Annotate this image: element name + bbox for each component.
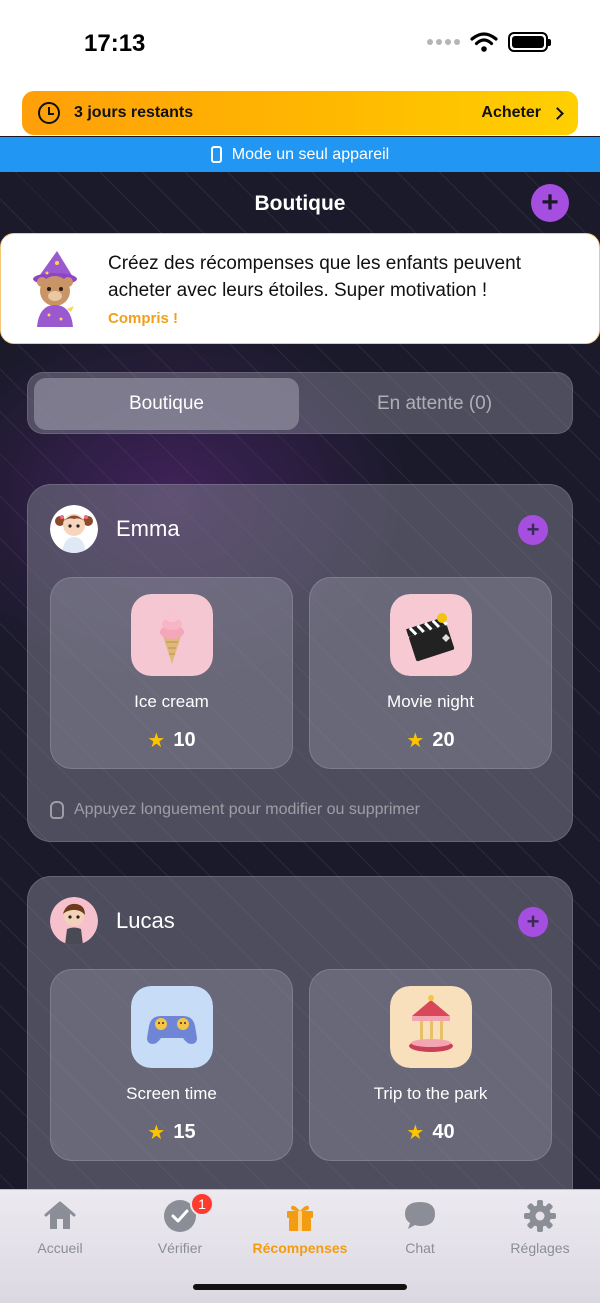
reward-title: Trip to the park — [373, 1084, 488, 1103]
mode-banner-text: Mode un seul appareil — [231, 145, 390, 163]
add-child-reward-button[interactable]: + — [518, 515, 548, 545]
tab-rewards[interactable]: Récompenses — [240, 1198, 360, 1256]
girl-avatar — [50, 505, 98, 553]
phone-icon — [210, 146, 222, 163]
tab-label: Chat — [405, 1240, 435, 1256]
hint-text: Appuyez longuement pour modifier ou supp… — [74, 801, 420, 818]
wifi-icon — [470, 32, 498, 52]
chevron-right-icon — [551, 106, 564, 120]
shop-content[interactable]: Boutique + Créez des récompenses que les… — [0, 172, 600, 1303]
reward-price: ★ 40 — [310, 1120, 551, 1145]
status-icons — [427, 32, 551, 52]
boy-avatar — [50, 897, 98, 945]
trial-remaining-text: 3 jours restants — [74, 104, 194, 121]
add-child-reward-button[interactable]: + — [518, 907, 548, 937]
star-icon: ★ — [147, 1122, 166, 1144]
child-card-lucas: Lucas + Screen time ★ 15 Trip to the par… — [27, 876, 573, 1236]
status-time: 17:13 — [84, 30, 146, 57]
child-card-emma: Emma + Ice cream ★ 10 Movie night ★ 20 A… — [27, 484, 573, 842]
tab-settings[interactable]: Réglages — [480, 1198, 600, 1256]
reward-price: ★ 20 — [310, 728, 551, 753]
chat-bubble-icon — [405, 1202, 435, 1229]
tab-label: Récompenses — [252, 1240, 348, 1256]
trial-banner[interactable]: 3 jours restants Acheter — [22, 91, 578, 135]
child-name: Emma — [116, 516, 180, 541]
reward-price-value: 20 — [432, 729, 455, 751]
hand-tap-icon — [50, 801, 64, 819]
reward-card[interactable]: Movie night ★ 20 — [309, 577, 552, 769]
tab-home[interactable]: Accueil — [0, 1198, 120, 1256]
tab-label: Réglages — [510, 1240, 570, 1256]
reward-price-value: 15 — [173, 1121, 196, 1143]
child-header: Lucas — [50, 897, 175, 945]
clapperboard-icon — [390, 594, 472, 676]
tab-chat[interactable]: Chat — [360, 1198, 480, 1256]
child-name: Lucas — [116, 908, 175, 933]
reward-price: ★ 15 — [51, 1120, 292, 1145]
tab-verify[interactable]: 1 Vérifier — [120, 1192, 240, 1256]
status-bar: 17:13 — [0, 0, 600, 88]
star-icon: ★ — [147, 730, 166, 752]
carousel-icon — [390, 986, 472, 1068]
tab-shop[interactable]: Boutique — [34, 378, 299, 430]
star-icon: ★ — [406, 730, 425, 752]
reward-card[interactable]: Ice cream ★ 10 — [50, 577, 293, 769]
tip-dismiss-link[interactable]: Compris ! — [108, 310, 178, 327]
reward-price-value: 40 — [432, 1121, 455, 1143]
reward-card[interactable]: Trip to the park ★ 40 — [309, 969, 552, 1161]
reward-title: Ice cream — [134, 692, 209, 711]
gift-icon — [287, 1205, 313, 1231]
star-icon: ★ — [406, 1122, 425, 1144]
buy-button-label: Acheter — [481, 104, 541, 121]
reward-title: Movie night — [387, 692, 474, 711]
child-header: Emma — [50, 505, 180, 553]
battery-icon — [508, 32, 551, 52]
tip-text: Créez des récompenses que les enfants pe… — [108, 253, 521, 301]
buy-button[interactable]: Acheter — [481, 104, 564, 122]
clock-icon — [38, 102, 60, 124]
tab-label: Accueil — [37, 1240, 83, 1256]
reward-card[interactable]: Screen time ★ 15 — [50, 969, 293, 1161]
home-icon — [44, 1201, 76, 1229]
wizard-bear-mascot-icon — [33, 251, 77, 327]
home-indicator — [193, 1284, 407, 1290]
reward-title: Screen time — [126, 1084, 217, 1103]
ice-cream-icon — [131, 594, 213, 676]
gamepad-icon — [131, 986, 213, 1068]
tab-label: Vérifier — [157, 1240, 203, 1256]
cellular-signal-icon — [427, 39, 460, 45]
page-title: Boutique — [254, 192, 346, 215]
add-reward-button[interactable]: + — [531, 184, 569, 222]
gear-icon — [524, 1200, 556, 1232]
tip-card: Créez des récompenses que les enfants pe… — [0, 233, 600, 344]
reward-price-value: 10 — [173, 729, 196, 751]
single-device-mode-banner: Mode un seul appareil — [0, 137, 600, 172]
notification-badge: 1 — [190, 1192, 214, 1216]
reward-price: ★ 10 — [51, 728, 292, 753]
shop-segmented-control: Boutique En attente (0) — [27, 372, 573, 434]
long-press-hint: Appuyez longuement pour modifier ou supp… — [50, 801, 420, 819]
tab-pending[interactable]: En attente (0) — [302, 378, 567, 430]
